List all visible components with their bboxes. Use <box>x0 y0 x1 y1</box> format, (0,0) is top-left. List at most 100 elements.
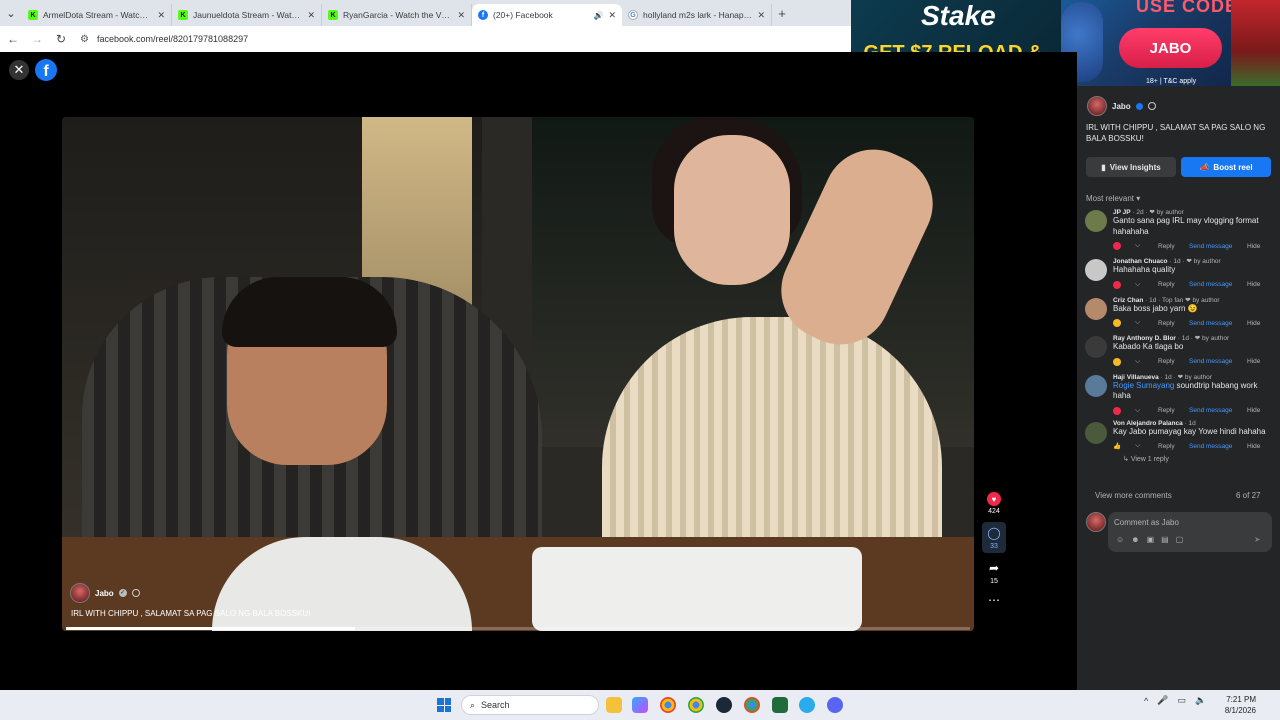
comment-author[interactable]: Jonathan Chuaco <box>1113 258 1168 265</box>
address-bar: ← → ↻ ⚙ facebook.com/reel/82017978108829… <box>0 26 851 52</box>
send-message-button[interactable]: Send message <box>1189 358 1232 365</box>
taskbar-clock[interactable]: 7:21 PM 8/1/2026 <box>1220 694 1256 716</box>
avatar[interactable] <box>1085 421 1107 444</box>
volume-icon[interactable]: 🔈 <box>1195 695 1206 706</box>
dislike-icon[interactable]: ⌵ <box>1135 442 1140 450</box>
hide-button[interactable]: Hide <box>1247 443 1260 450</box>
dislike-icon[interactable]: ⌵ <box>1135 281 1140 289</box>
video-progress-bar[interactable] <box>66 627 970 630</box>
app-icon[interactable] <box>772 697 788 713</box>
avatar[interactable] <box>1085 210 1107 232</box>
chrome-profile-2-icon[interactable] <box>744 697 760 713</box>
dislike-icon[interactable]: ⌵ <box>1135 319 1140 327</box>
hide-button[interactable]: Hide <box>1247 358 1260 365</box>
site-settings-icon[interactable]: ⚙ <box>80 34 89 45</box>
close-tab-icon[interactable]: ✕ <box>608 10 616 21</box>
view-insights-button[interactable]: ▮ View Insights <box>1086 157 1176 177</box>
discord-icon[interactable] <box>827 697 843 713</box>
steam-icon[interactable] <box>716 697 732 713</box>
sticker-icon[interactable]: ▢ <box>1176 535 1191 544</box>
close-tab-icon[interactable]: ✕ <box>457 10 465 21</box>
ad-code-button[interactable]: JABO <box>1119 28 1222 68</box>
hide-button[interactable]: Hide <box>1247 407 1260 414</box>
browser-tab[interactable]: K Jaunueldota Stream - Watch Live ✕ <box>172 4 322 26</box>
panel-author-name[interactable]: Jabo <box>1112 102 1131 111</box>
send-message-button[interactable]: Send message <box>1189 281 1232 288</box>
reply-button[interactable]: Reply <box>1158 320 1175 327</box>
camera-icon[interactable]: ▣ <box>1147 535 1162 544</box>
view-more-comments-link[interactable]: View more comments <box>1095 491 1172 500</box>
avatar[interactable] <box>1085 297 1107 320</box>
avatar[interactable] <box>1085 259 1107 281</box>
share-button[interactable]: ➦ 15 <box>982 560 1006 585</box>
video-author-name[interactable]: Jabo <box>95 589 114 598</box>
reply-button[interactable]: Reply <box>1158 443 1175 450</box>
copilot-icon[interactable] <box>632 697 648 713</box>
comment-button[interactable]: ◯ 33 <box>982 522 1006 553</box>
reply-button[interactable]: Reply <box>1158 358 1175 365</box>
avatar[interactable] <box>1085 336 1107 358</box>
comment-author[interactable]: JP JP <box>1113 209 1131 216</box>
send-message-button[interactable]: Send message <box>1189 407 1232 414</box>
reel-video[interactable]: Jabo ✓ IRL WITH CHIPPU , SALAMAT SA PAG … <box>62 117 974 631</box>
browser-tab[interactable]: K RyanGarcia - Watch the VOD on ✕ <box>322 4 472 26</box>
reply-button[interactable]: Reply <box>1158 281 1175 288</box>
like-button[interactable]: ♥ 424 <box>982 492 1006 515</box>
browser-tab-active[interactable]: f (20+) Facebook 🔊 ✕ <box>472 4 622 26</box>
speaker-icon[interactable]: 🔊 <box>593 11 603 20</box>
microphone-icon[interactable]: 🎤 <box>1157 695 1168 706</box>
emoji-icon[interactable]: ☻ <box>1131 535 1146 544</box>
chrome-icon[interactable] <box>660 697 676 713</box>
url-field[interactable]: ⚙ facebook.com/reel/820179781088297 <box>80 34 248 45</box>
new-tab-button[interactable]: + <box>772 6 792 21</box>
forward-icon[interactable]: → <box>30 32 44 46</box>
hide-button[interactable]: Hide <box>1247 243 1260 250</box>
hide-button[interactable]: Hide <box>1247 281 1260 288</box>
dislike-icon[interactable]: ⌵ <box>1135 407 1140 415</box>
avatar[interactable] <box>1087 96 1107 116</box>
close-viewer-button[interactable]: ✕ <box>9 60 29 80</box>
close-tab-icon[interactable]: ✕ <box>307 10 315 21</box>
browser-tab[interactable]: K ArmelDota Stream - Watch Live ✕ <box>22 4 172 26</box>
comment-sort-dropdown[interactable]: Most relevant ▾ <box>1086 194 1140 203</box>
back-icon[interactable]: ← <box>6 32 20 46</box>
send-message-button[interactable]: Send message <box>1189 443 1232 450</box>
network-icon[interactable]: ▭ <box>1177 695 1186 706</box>
send-icon[interactable]: ➤ <box>1254 535 1261 544</box>
browser-tab[interactable]: G hollyland m2s lark - Hanapin sa ✕ <box>622 4 772 26</box>
comment-author[interactable]: Haji Villanueva <box>1113 374 1159 381</box>
comment-author[interactable]: Von Alejandro Palanca <box>1113 420 1183 427</box>
close-tab-icon[interactable]: ✕ <box>757 10 765 21</box>
file-explorer-icon[interactable] <box>606 697 622 713</box>
avatar-sticker-icon[interactable]: ☺ <box>1116 535 1131 544</box>
chrome-profile-icon[interactable] <box>688 697 704 713</box>
video-author[interactable]: Jabo ✓ <box>70 583 140 603</box>
comment-author[interactable]: Ray Anthony D. Blor <box>1113 335 1176 342</box>
boost-reel-button[interactable]: 📣 Boost reel <box>1181 157 1271 177</box>
taskbar-search[interactable]: ⌕ Search <box>461 695 599 715</box>
tab-search-dropdown[interactable]: ⌄ <box>0 0 22 26</box>
avatar[interactable] <box>70 583 90 603</box>
send-message-button[interactable]: Send message <box>1189 243 1232 250</box>
chevron-up-icon[interactable]: ^ <box>1144 696 1148 706</box>
dislike-icon[interactable]: ⌵ <box>1135 358 1140 366</box>
reload-icon[interactable]: ↻ <box>54 32 68 46</box>
panel-author[interactable]: Jabo <box>1087 96 1156 116</box>
view-replies-link[interactable]: ↳ View 1 reply <box>1123 455 1275 463</box>
comment-author[interactable]: Criz Chan <box>1113 297 1143 304</box>
comment-actions: ⌵ Reply Send message Hide <box>1113 241 1275 251</box>
reply-button[interactable]: Reply <box>1158 407 1175 414</box>
send-message-button[interactable]: Send message <box>1189 320 1232 327</box>
more-options-button[interactable]: ⋯ <box>982 592 1006 608</box>
avatar[interactable] <box>1085 374 1107 397</box>
hide-button[interactable]: Hide <box>1247 320 1260 327</box>
facebook-logo-icon[interactable]: f <box>35 59 57 81</box>
close-tab-icon[interactable]: ✕ <box>157 10 165 21</box>
like-icon[interactable]: 👍 <box>1113 442 1121 450</box>
windows-start-icon[interactable] <box>437 698 451 712</box>
mention-link[interactable]: Rogie Sumayang <box>1113 381 1174 390</box>
reply-button[interactable]: Reply <box>1158 243 1175 250</box>
telegram-icon[interactable] <box>799 697 815 713</box>
gif-icon[interactable]: ▤ <box>1161 535 1176 544</box>
dislike-icon[interactable]: ⌵ <box>1135 242 1140 250</box>
